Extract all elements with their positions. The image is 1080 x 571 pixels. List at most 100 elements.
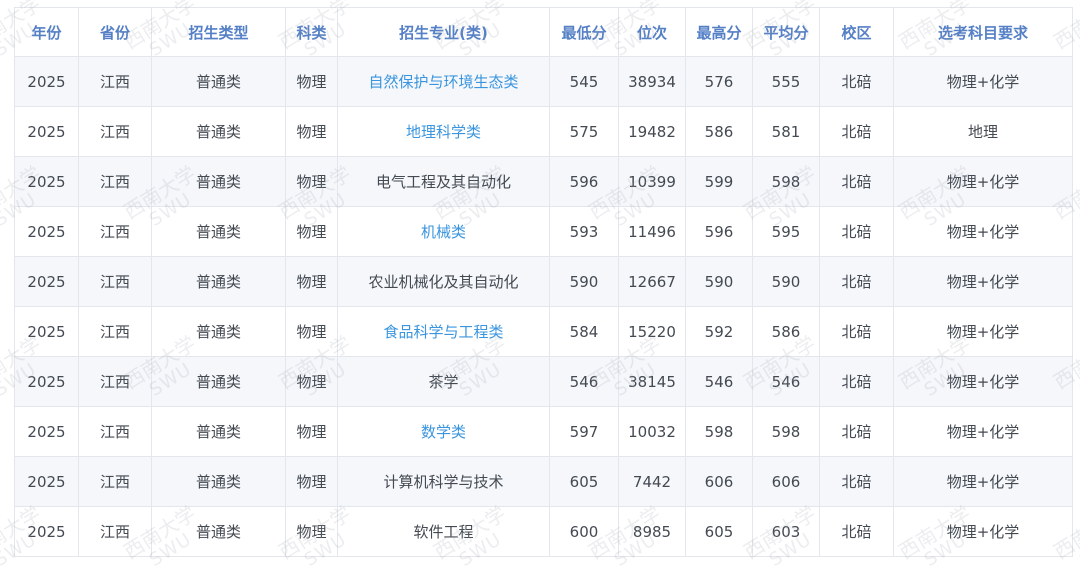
major-link[interactable]: 地理科学类: [406, 123, 481, 141]
cell-min-score: 575: [549, 106, 619, 157]
cell-year: 2025: [14, 256, 79, 307]
cell-year: 2025: [14, 406, 79, 457]
cell-admission-type: 普通类: [151, 56, 286, 107]
cell-min-score: 597: [549, 406, 619, 457]
cell-major: 计算机科学与技术: [337, 456, 550, 507]
cell-avg-score: 606: [752, 456, 820, 507]
cell-category: 物理: [285, 356, 338, 407]
cell-category: 物理: [285, 406, 338, 457]
cell-admission-type: 普通类: [151, 506, 286, 557]
cell-max-score: 596: [685, 206, 753, 257]
cell-major: 茶学: [337, 356, 550, 407]
cell-major: 农业机械化及其自动化: [337, 256, 550, 307]
cell-year: 2025: [14, 56, 79, 107]
table-row: 2025 江西 普通类 物理 农业机械化及其自动化 590 12667 590 590 北碚 物理+…: [14, 256, 1073, 307]
cell-campus: 北碚: [819, 406, 894, 457]
cell-province: 江西: [78, 106, 152, 157]
header-min-score[interactable]: 最低分: [549, 7, 619, 57]
cell-major: 机械类: [337, 206, 550, 257]
table-body: 2025 江西 普通类 物理 自然保护与环境生态类 545 38934 576 555 北碚 物理+…: [14, 56, 1073, 557]
cell-province: 江西: [78, 456, 152, 507]
cell-avg-score: 603: [752, 506, 820, 557]
cell-province: 江西: [78, 56, 152, 107]
major-link[interactable]: 食品科学与工程类: [383, 323, 503, 341]
cell-major: 地理科学类: [337, 106, 550, 157]
header-avg-score[interactable]: 平均分: [752, 7, 820, 57]
cell-avg-score: 555: [752, 56, 820, 107]
major-link[interactable]: 数学类: [421, 423, 466, 441]
cell-min-score: 584: [549, 306, 619, 357]
table-row: 2025 江西 普通类 物理 数学类 597 10032 598 598 北碚 物理+化学: [14, 406, 1073, 457]
table-row: 2025 江西 普通类 物理 机械类 593 11496 596 595 北碚 物理+化学: [14, 206, 1073, 257]
cell-major: 软件工程: [337, 506, 550, 557]
cell-category: 物理: [285, 456, 338, 507]
cell-max-score: 592: [685, 306, 753, 357]
cell-campus: 北碚: [819, 456, 894, 507]
header-admission-type[interactable]: 招生类型: [151, 7, 286, 57]
cell-admission-type: 普通类: [151, 406, 286, 457]
cell-avg-score: 546: [752, 356, 820, 407]
cell-rank: 38145: [618, 356, 686, 407]
admission-scores-table: 年份 省份 招生类型 科类 招生专业(类) 最低分 位次 最高分 平均分 校区 …: [14, 7, 1073, 557]
cell-subject-requirement: 物理+化学: [893, 306, 1073, 357]
cell-max-score: 546: [685, 356, 753, 407]
header-subject-requirement[interactable]: 选考科目要求: [893, 7, 1073, 57]
cell-subject-requirement: 物理+化学: [893, 156, 1073, 207]
cell-rank: 8985: [618, 506, 686, 557]
cell-admission-type: 普通类: [151, 206, 286, 257]
cell-campus: 北碚: [819, 356, 894, 407]
header-max-score[interactable]: 最高分: [685, 7, 753, 57]
cell-max-score: 586: [685, 106, 753, 157]
major-label: 茶学: [428, 373, 459, 391]
cell-admission-type: 普通类: [151, 106, 286, 157]
header-major[interactable]: 招生专业(类): [337, 7, 550, 57]
cell-avg-score: 581: [752, 106, 820, 157]
header-province[interactable]: 省份: [78, 7, 152, 57]
table-row: 2025 江西 普通类 物理 自然保护与环境生态类 545 38934 576 555 北碚 物理+…: [14, 56, 1073, 107]
cell-province: 江西: [78, 356, 152, 407]
cell-campus: 北碚: [819, 206, 894, 257]
header-year[interactable]: 年份: [14, 7, 79, 57]
cell-province: 江西: [78, 156, 152, 207]
cell-rank: 38934: [618, 56, 686, 107]
cell-min-score: 545: [549, 56, 619, 107]
cell-year: 2025: [14, 156, 79, 207]
cell-min-score: 590: [549, 256, 619, 307]
major-label: 农业机械化及其自动化: [368, 273, 519, 291]
cell-category: 物理: [285, 156, 338, 207]
cell-subject-requirement: 物理+化学: [893, 406, 1073, 457]
major-link[interactable]: 机械类: [421, 223, 466, 241]
header-campus[interactable]: 校区: [819, 7, 894, 57]
table-row: 2025 江西 普通类 物理 计算机科学与技术 605 7442 606 606 北碚 物理+化学: [14, 456, 1073, 507]
cell-year: 2025: [14, 306, 79, 357]
cell-avg-score: 595: [752, 206, 820, 257]
table-row: 2025 江西 普通类 物理 食品科学与工程类 584 15220 592 586 北碚 物理+化学: [14, 306, 1073, 357]
cell-rank: 12667: [618, 256, 686, 307]
cell-subject-requirement: 物理+化学: [893, 56, 1073, 107]
cell-subject-requirement: 地理: [893, 106, 1073, 157]
cell-year: 2025: [14, 106, 79, 157]
cell-province: 江西: [78, 506, 152, 557]
cell-year: 2025: [14, 356, 79, 407]
cell-major: 电气工程及其自动化: [337, 156, 550, 207]
cell-category: 物理: [285, 306, 338, 357]
cell-admission-type: 普通类: [151, 306, 286, 357]
header-rank[interactable]: 位次: [618, 7, 686, 57]
cell-campus: 北碚: [819, 506, 894, 557]
table-row: 2025 江西 普通类 物理 地理科学类 575 19482 586 581 北碚 地理: [14, 106, 1073, 157]
cell-avg-score: 598: [752, 156, 820, 207]
cell-avg-score: 586: [752, 306, 820, 357]
cell-campus: 北碚: [819, 156, 894, 207]
table-row: 2025 江西 普通类 物理 电气工程及其自动化 596 10399 599 598 北碚 物理+化…: [14, 156, 1073, 207]
table-row: 2025 江西 普通类 物理 茶学 546 38145 546 546 北碚 物理+化学: [14, 356, 1073, 407]
header-category[interactable]: 科类: [285, 7, 338, 57]
major-link[interactable]: 自然保护与环境生态类: [368, 73, 518, 91]
cell-subject-requirement: 物理+化学: [893, 206, 1073, 257]
major-label: 软件工程: [413, 523, 474, 541]
cell-category: 物理: [285, 506, 338, 557]
cell-min-score: 596: [549, 156, 619, 207]
admission-scores-page: 年份 省份 招生类型 科类 招生专业(类) 最低分 位次 最高分 平均分 校区 …: [0, 0, 1080, 571]
cell-campus: 北碚: [819, 56, 894, 107]
cell-min-score: 546: [549, 356, 619, 407]
cell-rank: 7442: [618, 456, 686, 507]
